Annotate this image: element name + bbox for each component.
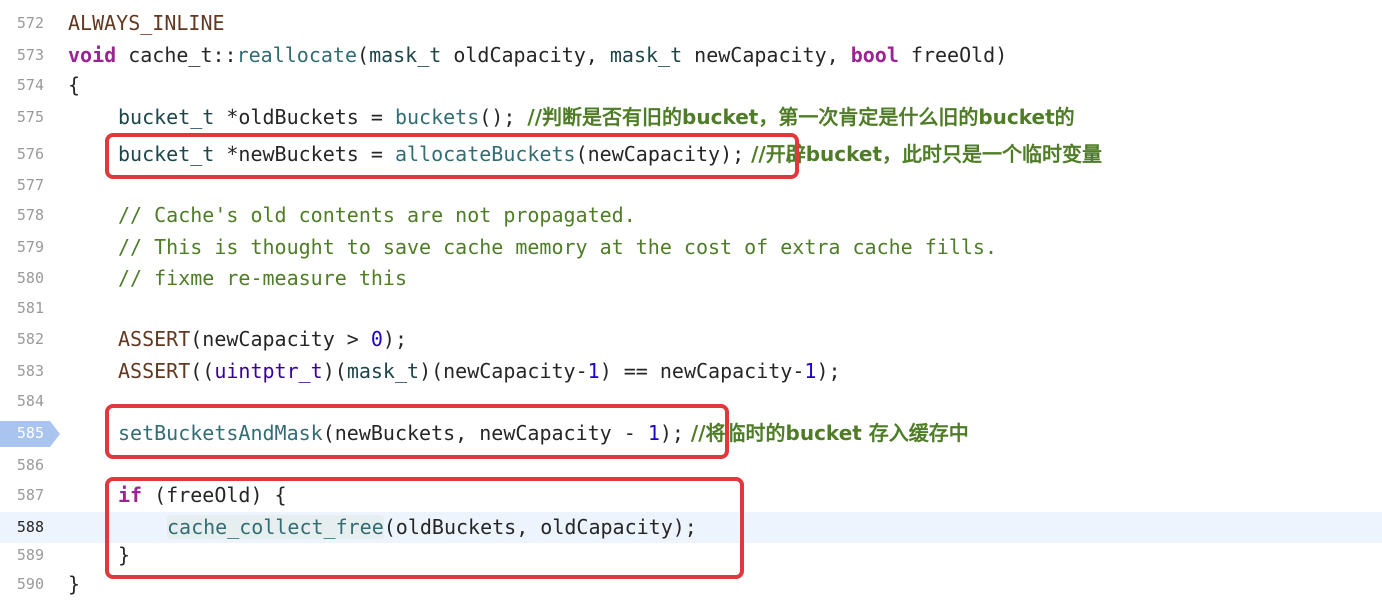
line-number: 574 [16, 76, 44, 94]
code-comment: // Cache's old contents are not propagat… [118, 203, 636, 227]
code-comment: //判断是否有旧的bucket，第一次肯定是什么旧的bucket的 [527, 105, 1075, 129]
line-number: 587 [16, 486, 44, 504]
code-line-574[interactable]: 574 { [0, 70, 1382, 101]
code-line-573[interactable]: 573 void cache_t::reallocate(mask_t oldC… [0, 40, 1382, 71]
annotation-box-free-old [105, 477, 744, 579]
code-text: ASSERT(newCapacity > 0); [118, 327, 408, 351]
code-line-575[interactable]: 575 bucket_t *oldBuckets = buckets(); //… [0, 102, 1382, 133]
line-number: 583 [16, 362, 44, 380]
annotation-box-set-buckets [105, 404, 729, 459]
line-number: 580 [16, 269, 44, 287]
line-number: 586 [16, 456, 44, 474]
code-text: } [68, 572, 81, 596]
code-line-572[interactable]: 572 ALWAYS_INLINE [0, 8, 1382, 39]
line-number: 590 [16, 575, 44, 593]
code-line-581[interactable]: 581 [0, 293, 1382, 324]
line-number: 577 [16, 176, 44, 194]
code-text: bucket_t *oldBuckets = buckets(); //判断是否… [118, 105, 1075, 129]
line-number: 572 [16, 14, 44, 32]
line-number: 588 [16, 518, 44, 536]
code-line-579[interactable]: 579 // This is thought to save cache mem… [0, 232, 1382, 263]
code-text: ALWAYS_INLINE [68, 11, 225, 35]
code-line-582[interactable]: 582 ASSERT(newCapacity > 0); [0, 324, 1382, 355]
code-comment: // This is thought to save cache memory … [118, 235, 997, 259]
function-signature: void cache_t::reallocate(mask_t oldCapac… [68, 43, 1008, 67]
line-number: 589 [16, 546, 44, 564]
code-text: { [68, 73, 81, 97]
code-line-580[interactable]: 580 // fixme re-measure this [0, 263, 1382, 294]
line-number: 579 [16, 238, 44, 256]
code-text: ASSERT((uintptr_t)(mask_t)(newCapacity-1… [118, 359, 841, 383]
line-number: 578 [16, 206, 44, 224]
line-number: 585 [16, 424, 44, 442]
line-number: 575 [16, 108, 44, 126]
code-comment: // fixme re-measure this [118, 266, 407, 290]
code-line-583[interactable]: 583 ASSERT((uintptr_t)(mask_t)(newCapaci… [0, 356, 1382, 387]
annotation-box-allocate [105, 133, 799, 179]
line-number: 582 [16, 330, 44, 348]
line-number: 584 [16, 392, 44, 410]
line-number: 573 [16, 46, 44, 64]
line-number: 581 [16, 299, 44, 317]
code-line-578[interactable]: 578 // Cache's old contents are not prop… [0, 200, 1382, 231]
line-number: 576 [16, 145, 44, 163]
